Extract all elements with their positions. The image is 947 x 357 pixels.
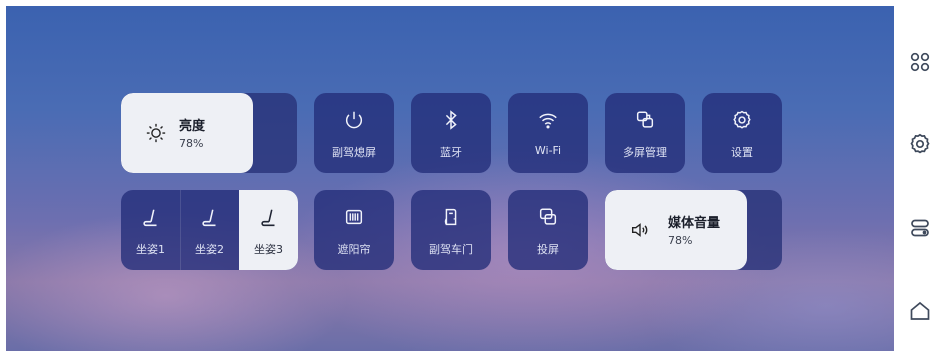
passenger-screen-off-button[interactable]: 副驾熄屏 <box>314 93 394 173</box>
passenger-door-button[interactable]: 副驾车门 <box>411 190 491 270</box>
passenger-screen-off-label: 副驾熄屏 <box>332 146 376 159</box>
seat-posture-1-button[interactable]: 坐姿1 <box>121 190 180 270</box>
cast-icon <box>508 206 588 228</box>
wifi-label: Wi-Fi <box>534 144 562 157</box>
grid-icon[interactable] <box>907 49 933 75</box>
passenger-door-label: 副驾车门 <box>429 243 473 256</box>
bluetooth-label: 蓝牙 <box>440 146 462 159</box>
seat-icon <box>180 207 239 229</box>
media-volume-slider[interactable]: 媒体音量 78% <box>605 190 782 270</box>
right-sidebar <box>894 0 947 357</box>
seat-posture-3-label: 坐姿3 <box>254 243 283 256</box>
sun-icon <box>145 122 167 144</box>
seat-icon <box>239 207 298 229</box>
gear-icon[interactable] <box>907 131 933 157</box>
bluetooth-icon <box>411 109 491 131</box>
multiscreen-icon <box>605 109 685 131</box>
multiscreen-label: 多屏管理 <box>623 146 667 159</box>
multiscreen-button[interactable]: 多屏管理 <box>605 93 685 173</box>
seat-posture-2-button[interactable]: 坐姿2 <box>180 190 239 270</box>
control-center: 亮度 78% 副驾熄屏 蓝牙 Wi-Fi 多屏管理 设置 坐姿1 坐姿2 坐姿3… <box>0 0 947 357</box>
brightness-value: 78% <box>179 137 204 150</box>
sunshade-label: 遮阳帘 <box>337 243 371 256</box>
settings-button[interactable]: 设置 <box>702 93 782 173</box>
control-panel: 亮度 78% 副驾熄屏 蓝牙 Wi-Fi 多屏管理 设置 坐姿1 坐姿2 坐姿3… <box>6 6 894 351</box>
seat-posture-group: 坐姿1 坐姿2 坐姿3 <box>121 190 298 270</box>
sunshade-icon <box>314 206 394 228</box>
screen-cast-label: 投屏 <box>537 243 559 256</box>
settings-icon <box>702 109 782 131</box>
bluetooth-button[interactable]: 蓝牙 <box>411 93 491 173</box>
door-icon <box>411 206 491 228</box>
wifi-button[interactable]: Wi-Fi <box>508 93 588 173</box>
wifi-icon <box>508 109 588 131</box>
media-volume-value: 78% <box>668 234 693 247</box>
home-icon[interactable] <box>907 298 933 324</box>
capsules-icon[interactable] <box>907 215 933 241</box>
settings-label: 设置 <box>731 146 753 159</box>
seat-posture-3-button[interactable]: 坐姿3 <box>239 190 298 270</box>
power-icon <box>314 109 394 131</box>
media-volume-title: 媒体音量 <box>668 216 721 231</box>
seat-posture-2-label: 坐姿2 <box>195 243 224 256</box>
seat-icon <box>121 207 180 229</box>
brightness-title: 亮度 <box>179 119 206 134</box>
seat-posture-1-label: 坐姿1 <box>136 243 165 256</box>
brightness-slider[interactable]: 亮度 78% <box>121 93 297 173</box>
screen-cast-button[interactable]: 投屏 <box>508 190 588 270</box>
speaker-icon <box>629 219 651 241</box>
sunshade-button[interactable]: 遮阳帘 <box>314 190 394 270</box>
